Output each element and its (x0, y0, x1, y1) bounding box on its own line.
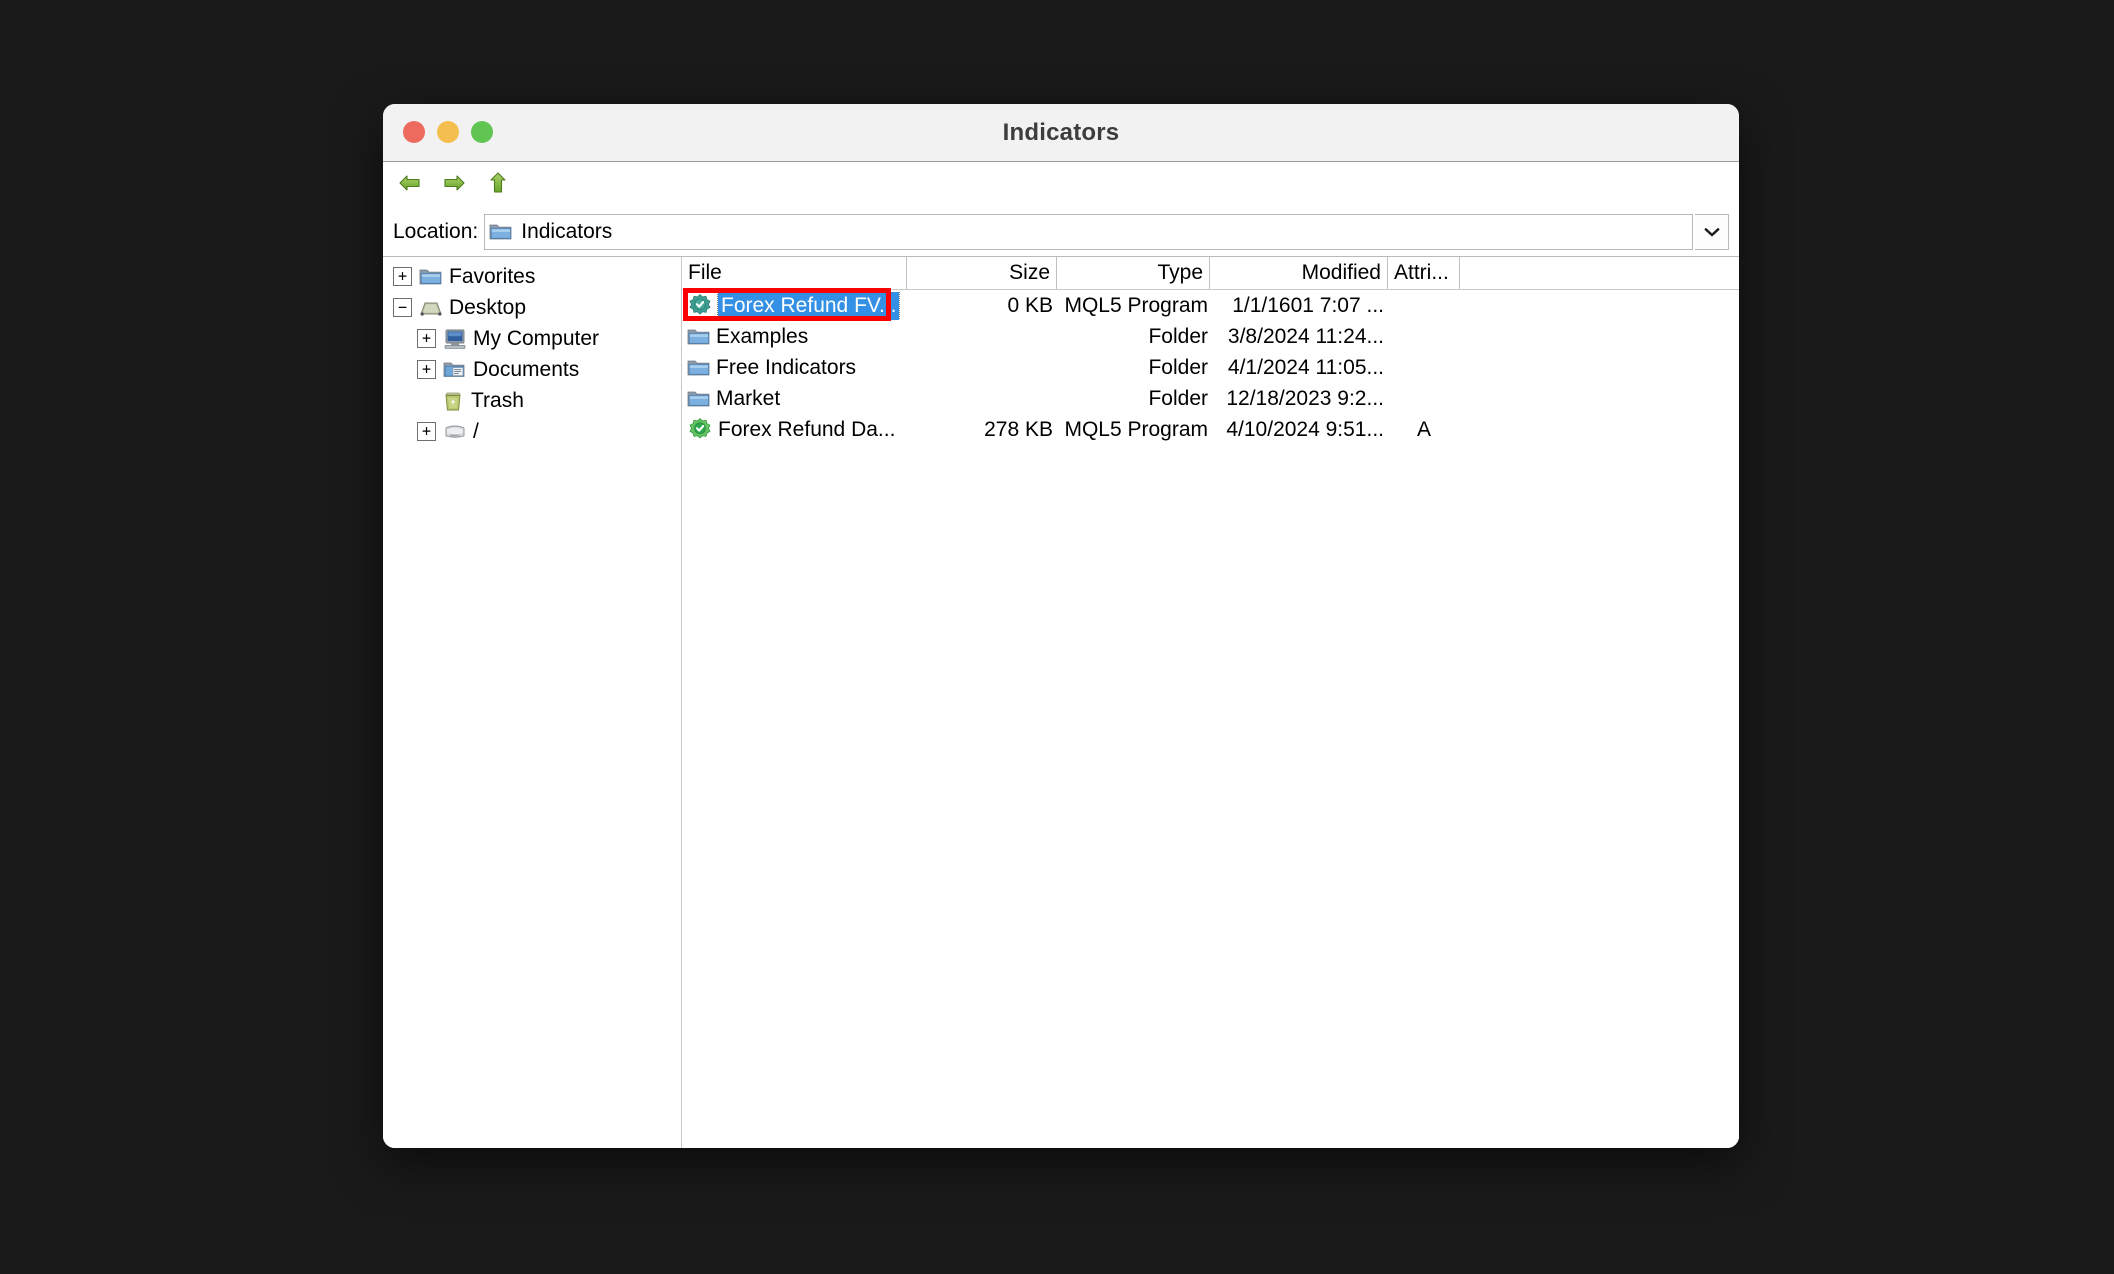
arrow-up-icon (490, 172, 506, 193)
folder-icon (687, 327, 711, 347)
folder-icon (489, 222, 513, 242)
tree-item-root[interactable]: + / (383, 416, 681, 447)
table-row[interactable]: Free Indicators Folder 4/1/2024 11:05... (682, 352, 1739, 383)
tree-item-label: Trash (471, 388, 524, 412)
mql5-program-icon (687, 417, 713, 443)
file-list-header: File Size Type Modified Attri... (682, 257, 1739, 290)
file-type-cell: Folder (1148, 355, 1208, 379)
nav-button-group (395, 168, 513, 198)
tree-item-favorites[interactable]: + Favorites (383, 261, 681, 292)
navigation-toolbar (383, 162, 1739, 208)
tree-item-my-computer[interactable]: + My Computer (383, 323, 681, 354)
column-header-file[interactable]: File (682, 257, 907, 289)
window-titlebar: Indicators (383, 104, 1739, 162)
folder-icon (687, 389, 711, 409)
folder-icon (419, 267, 443, 287)
back-button[interactable] (395, 168, 425, 198)
expander-toggle[interactable]: + (417, 360, 436, 379)
window-title: Indicators (1002, 119, 1120, 146)
file-browser-window: Indicators Location: Indicators + Favori… (383, 104, 1739, 1148)
file-size-cell: 0 KB (1007, 293, 1053, 317)
browser-body: + Favorites − Desktop + My Computer + Do… (383, 256, 1739, 1148)
location-label: Location: (393, 220, 479, 243)
file-name-cell[interactable]: Examples (682, 325, 907, 349)
location-input[interactable]: Indicators (484, 214, 1693, 250)
up-one-level-button[interactable] (483, 168, 513, 198)
column-header-attributes[interactable]: Attri... (1388, 257, 1460, 289)
table-row[interactable]: Examples Folder 3/8/2024 11:24... (682, 321, 1739, 352)
mql5-program-icon (687, 293, 713, 319)
file-name-cell[interactable]: Market (682, 387, 907, 411)
arrow-right-icon (444, 175, 465, 191)
tree-item-label: / (473, 419, 479, 443)
file-modified-cell: 12/18/2023 9:2... (1226, 386, 1384, 410)
tree-item-trash[interactable]: Trash (383, 385, 681, 416)
column-header-modified[interactable]: Modified (1210, 257, 1388, 289)
drive-icon (443, 422, 467, 442)
file-size-cell: 278 KB (984, 417, 1053, 441)
file-type-cell: MQL5 Program (1064, 293, 1208, 317)
tree-item-label: My Computer (473, 326, 600, 350)
documents-icon (443, 360, 467, 380)
location-dropdown-button[interactable] (1695, 214, 1729, 250)
file-list-panel: File Size Type Modified Attri... Forex R… (682, 257, 1739, 1148)
tree-item-label: Desktop (449, 295, 527, 319)
file-modified-cell: 1/1/1601 7:07 ... (1232, 293, 1384, 317)
arrow-left-icon (399, 175, 420, 191)
computer-icon (443, 328, 467, 350)
chevron-down-icon (1703, 227, 1720, 237)
file-type-cell: MQL5 Program (1064, 417, 1208, 441)
file-name-cell[interactable]: Forex Refund FV... (682, 291, 907, 320)
folder-tree-panel: + Favorites − Desktop + My Computer + Do… (383, 257, 682, 1148)
file-modified-cell: 3/8/2024 11:24... (1227, 324, 1384, 348)
file-type-cell: Folder (1148, 386, 1208, 410)
file-modified-cell: 4/1/2024 11:05... (1227, 355, 1384, 379)
desktop-icon (419, 298, 443, 318)
forward-button[interactable] (439, 168, 469, 198)
location-bar: Location: Indicators (383, 208, 1739, 256)
file-modified-cell: 4/10/2024 9:51... (1226, 417, 1384, 441)
expander-toggle[interactable]: + (393, 267, 412, 286)
tree-item-label: Favorites (449, 264, 536, 288)
expander-toggle[interactable]: + (417, 422, 436, 441)
file-type-cell: Folder (1148, 324, 1208, 348)
file-name-cell[interactable]: Forex Refund Da... (682, 417, 907, 443)
collapse-toggle[interactable]: − (393, 298, 412, 317)
tree-item-documents[interactable]: + Documents (383, 354, 681, 385)
file-name-label: Forex Refund Da... (718, 417, 896, 441)
table-row[interactable]: Forex Refund Da... 278 KB MQL5 Program 4… (682, 414, 1739, 445)
column-header-size[interactable]: Size (907, 257, 1057, 289)
tree-item-label: Documents (473, 357, 580, 381)
file-attributes-cell: A (1416, 417, 1431, 441)
file-name-label: Market (716, 386, 781, 410)
expander-toggle[interactable]: + (417, 329, 436, 348)
file-name-label: Forex Refund FV... (716, 291, 901, 320)
column-header-type[interactable]: Type (1057, 257, 1210, 289)
folder-icon (687, 358, 711, 378)
expander-placeholder (417, 392, 434, 409)
table-row[interactable]: Market Folder 12/18/2023 9:2... (682, 383, 1739, 414)
location-value: Indicators (521, 220, 613, 243)
file-name-label: Examples (716, 324, 809, 348)
file-name-cell[interactable]: Free Indicators (682, 356, 907, 380)
trash-icon (441, 390, 465, 412)
tree-item-desktop[interactable]: − Desktop (383, 292, 681, 323)
table-row[interactable]: Forex Refund FV... 0 KB MQL5 Program 1/1… (682, 290, 1739, 321)
file-name-label: Free Indicators (716, 355, 857, 379)
